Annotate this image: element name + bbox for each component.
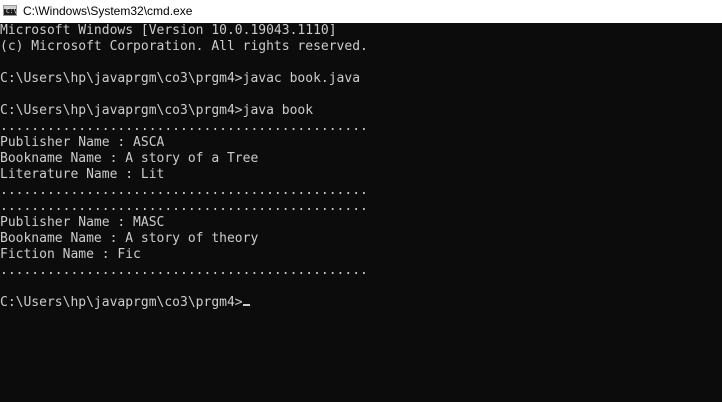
text-cursor (242, 304, 250, 306)
cmd-window: C:\ C:\Windows\System32\cmd.exe Microsof… (0, 0, 722, 402)
title-bar[interactable]: C:\ C:\Windows\System32\cmd.exe (0, 0, 722, 23)
console-line: Microsoft Windows [Version 10.0.19043.11… (0, 23, 337, 38)
console-line: Bookname Name : A story of theory (0, 231, 259, 246)
prompt-line[interactable]: C:\Users\hp\javaprgm\co3\prgm4> (0, 295, 722, 311)
console-line: ........................................… (0, 183, 368, 198)
console-line: Bookname Name : A story of a Tree (0, 151, 259, 166)
window-title: C:\Windows\System32\cmd.exe (23, 4, 193, 18)
command-prompt: C:\Users\hp\javaprgm\co3\prgm4> (0, 295, 243, 310)
console-line: ........................................… (0, 119, 368, 134)
cmd-icon: C:\ (3, 5, 17, 16)
console-line: Publisher Name : MASC (0, 215, 165, 230)
console-line: C:\Users\hp\javaprgm\co3\prgm4>java book (0, 103, 314, 118)
console-line: (c) Microsoft Corporation. All rights re… (0, 39, 368, 54)
console-line: Literature Name : Lit (0, 167, 165, 182)
console-line: ........................................… (0, 263, 368, 278)
console-line: ........................................… (0, 199, 368, 214)
console-line: C:\Users\hp\javaprgm\co3\prgm4>javac boo… (0, 71, 361, 86)
console-line: Publisher Name : ASCA (0, 135, 165, 150)
console-line: Fiction Name : Fic (0, 247, 141, 262)
console-output[interactable]: Microsoft Windows [Version 10.0.19043.11… (0, 23, 722, 402)
